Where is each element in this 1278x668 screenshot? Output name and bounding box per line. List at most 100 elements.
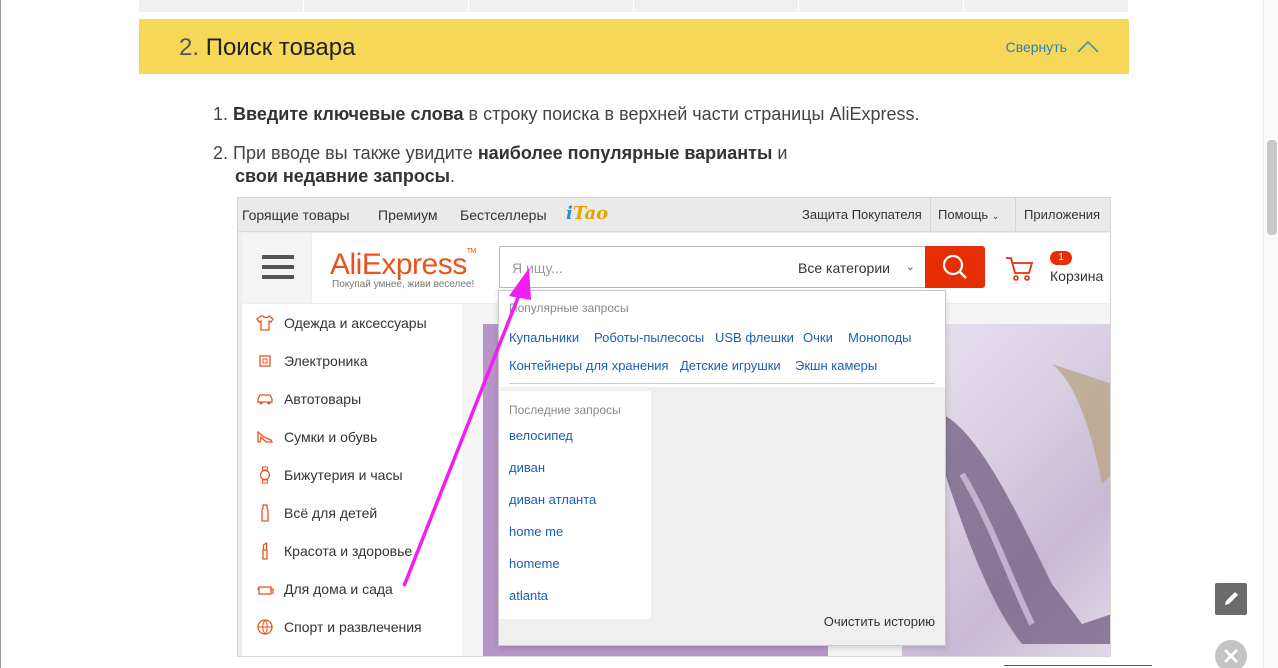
shirt-icon (256, 315, 274, 331)
popular-query[interactable]: Роботы-пылесосы (594, 330, 704, 345)
category-label: Бижутерия и часы (284, 467, 403, 483)
step-2: 2. При вводе вы также увидите наиболее п… (213, 142, 787, 165)
itao-logo[interactable]: iTao (566, 203, 608, 224)
popular-query[interactable]: Моноподы (848, 330, 912, 345)
popular-query[interactable]: Очки (803, 330, 833, 345)
recent-query[interactable]: диван атланта (509, 492, 596, 507)
popular-query[interactable]: Контейнеры для хранения (509, 358, 669, 373)
popular-title: Популярные запросы (509, 301, 629, 315)
topbar-help[interactable]: Помощь ⌄ (938, 207, 999, 222)
logo-tagline: Покупай умнее, живи веселее! (332, 279, 475, 290)
collapse-button[interactable]: Свернуть (1006, 39, 1099, 55)
collapse-label: Свернуть (1005, 39, 1067, 55)
popular-query[interactable]: Купальники (509, 330, 579, 345)
step-2-continued: свои недавние запросы. (235, 165, 455, 188)
search-button[interactable] (925, 246, 985, 288)
cart-icon (1006, 257, 1034, 281)
recent-title: Последние запросы (509, 403, 621, 417)
category-label: Сумки и обувь (284, 429, 378, 445)
watch-icon (259, 466, 271, 484)
category-jewelry[interactable]: Бижутерия и часы (256, 466, 403, 484)
chip-icon (259, 355, 271, 367)
scrollbar-thumb[interactable] (1267, 140, 1277, 235)
recent-query[interactable]: homeme (509, 556, 560, 571)
shoe-icon (257, 430, 274, 443)
popular-query[interactable]: Экшн камеры (795, 358, 877, 373)
clear-history-button[interactable]: Очистить историю (824, 614, 935, 629)
search-input[interactable]: Я ищу... (499, 246, 789, 288)
search-suggestions-dropdown: Популярные запросы Купальники Роботы-пыл… (498, 290, 946, 646)
cart-count-badge: 1 (1050, 251, 1072, 265)
aliexpress-logo[interactable]: AliExpressTM (330, 248, 476, 282)
category-sidebar: Одежда и аксессуары Электроника Автотова… (242, 304, 462, 656)
category-sports[interactable]: Спорт и развлечения (256, 618, 422, 636)
close-icon (1223, 648, 1239, 664)
previous-section-table-row (139, 0, 1129, 12)
divider (930, 198, 931, 232)
recent-query[interactable]: home me (509, 524, 563, 539)
category-label: Красота и здоровье (284, 543, 413, 559)
category-clothing[interactable]: Одежда и аксессуары (256, 314, 427, 332)
category-label: Электроника (284, 353, 368, 369)
search-placeholder: Я ищу... (512, 260, 563, 276)
step-1: 1. Введите ключевые слова в строку поиск… (213, 103, 920, 126)
section-header[interactable]: 2. Поиск товара Свернуть (139, 19, 1129, 74)
topbar-buyer-protection[interactable]: Защита Покупателя (802, 207, 922, 222)
logo-text: AliExpress (330, 248, 467, 281)
pencil-icon (1225, 592, 1238, 605)
category-select-label: Все категории (798, 260, 890, 276)
section-title: 2. Поиск товара (179, 34, 355, 62)
category-label: Для дома и сада (284, 581, 393, 597)
topbar-apps[interactable]: Приложения (1024, 207, 1100, 222)
popular-query[interactable]: USB флешки (715, 330, 794, 345)
category-home-garden[interactable]: Для дома и сада (256, 580, 393, 598)
recent-query[interactable]: atlanta (509, 588, 548, 603)
popular-queries: Популярные запросы Купальники Роботы-пыл… (499, 291, 945, 387)
section-title-text: Поиск товара (205, 34, 356, 61)
recent-query[interactable]: велосипед (509, 428, 573, 443)
menu-icon[interactable] (242, 233, 312, 303)
scrollbar[interactable] (1263, 0, 1278, 668)
lipstick-icon (262, 542, 268, 560)
car-icon (257, 394, 273, 405)
category-auto[interactable]: Автотовары (256, 390, 361, 408)
ball-icon (257, 619, 273, 635)
cart-label: Корзина (1050, 268, 1104, 284)
step-number: 2. (213, 143, 229, 163)
category-beauty[interactable]: Красота и здоровье (256, 542, 412, 560)
edit-button[interactable] (1215, 583, 1247, 615)
category-label: Автотовары (284, 391, 362, 407)
logo-trademark: TM (466, 248, 477, 255)
category-electronics[interactable]: Электроника (256, 352, 368, 370)
chevron-down-icon: ⌄ (905, 261, 915, 273)
sofa-icon (257, 586, 274, 595)
bottle-icon (261, 504, 269, 522)
category-label: Одежда и аксессуары (284, 315, 427, 331)
category-label: Всё для детей (284, 505, 378, 521)
popular-query[interactable]: Детские игрушки (680, 358, 781, 373)
step-bold-text: наиболее популярные варианты (477, 143, 773, 163)
chevron-up-icon (1077, 41, 1099, 53)
divider (1004, 665, 1152, 666)
topbar-link-hot[interactable]: Горящие товары (242, 207, 350, 223)
category-kids[interactable]: Всё для детей (256, 504, 377, 522)
divider (509, 383, 935, 384)
itao-logo-i: i (566, 203, 573, 224)
chevron-down-icon: ⌄ (991, 211, 1000, 221)
section-number: 2. (179, 34, 200, 61)
close-button[interactable] (1215, 640, 1247, 668)
step-number: 1. (213, 104, 229, 124)
step-text: . (449, 166, 455, 186)
topbar-link-premium[interactable]: Премиум (378, 207, 438, 223)
category-label: Спорт и развлечения (284, 619, 422, 635)
step-bold-text: Введите ключевые слова (233, 104, 464, 124)
topbar-link-bestsellers[interactable]: Бестселлеры (460, 207, 547, 223)
category-bags-shoes[interactable]: Сумки и обувь (256, 428, 377, 446)
step-text: При вводе вы также увидите (233, 143, 473, 163)
divider (1015, 198, 1016, 232)
aliexpress-topbar: Горящие товары Премиум Бестселлеры iTao … (238, 198, 1110, 232)
cart-button[interactable]: 1 Корзина (1004, 251, 1110, 291)
recent-queries: Последние запросы велосипед диван диван … (499, 391, 651, 619)
recent-query[interactable]: диван (509, 460, 545, 475)
category-select[interactable]: Все категории ⌄ (788, 246, 926, 288)
